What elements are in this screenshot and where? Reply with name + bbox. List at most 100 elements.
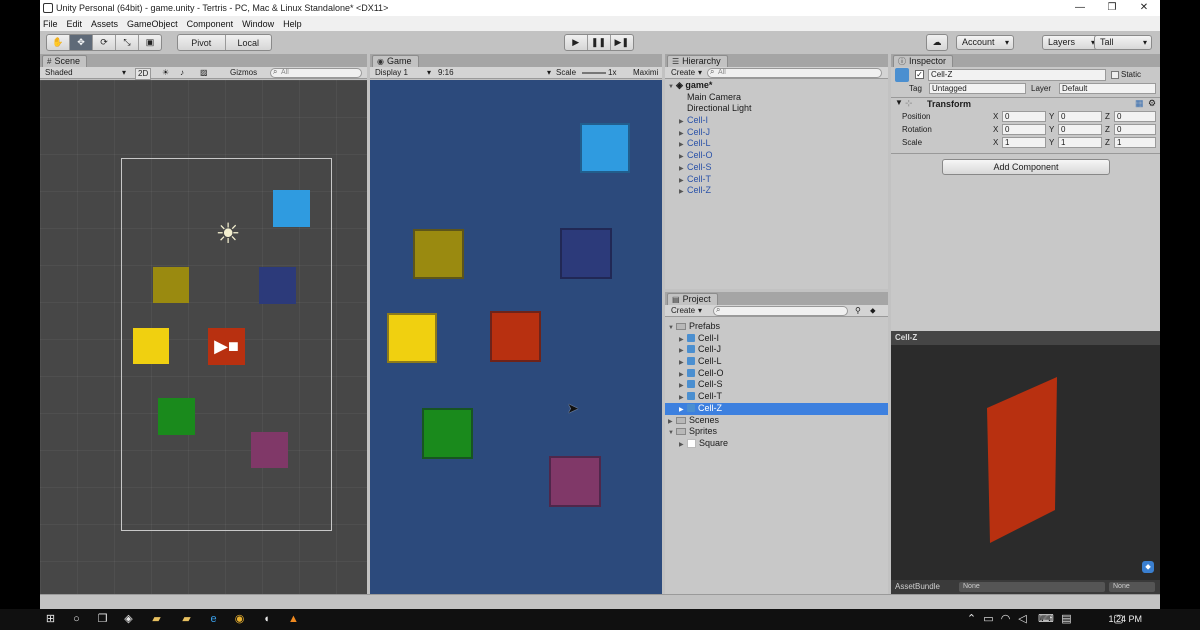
- maximize-button[interactable]: ❐: [1096, 0, 1128, 16]
- shading-dropdown[interactable]: Shaded: [45, 68, 73, 78]
- scene-cell-navy[interactable]: [259, 267, 296, 304]
- move-tool-icon[interactable]: ✥: [70, 35, 93, 50]
- task-view-icon[interactable]: ❐: [96, 613, 109, 626]
- scene-cell-red[interactable]: ▶■: [208, 328, 245, 365]
- tray-expand-icon[interactable]: ⌃: [965, 613, 978, 626]
- local-button[interactable]: Local: [226, 35, 272, 50]
- asset-bundle-dropdown[interactable]: None: [959, 582, 1105, 592]
- project-create-button[interactable]: Create: [671, 306, 695, 316]
- tab-inspector[interactable]: ⓘ Inspector: [893, 55, 954, 67]
- cortana-search-icon[interactable]: ○: [70, 613, 83, 626]
- account-dropdown[interactable]: Account: [956, 35, 1014, 50]
- settings-gear-icon[interactable]: ⚙: [1148, 98, 1156, 109]
- add-component-button[interactable]: Add Component: [942, 159, 1110, 175]
- minimize-button[interactable]: —: [1064, 0, 1096, 16]
- prefab-item[interactable]: ▶ Cell-O: [665, 368, 888, 380]
- hierarchy-item[interactable]: ▶ Cell-S: [665, 162, 888, 174]
- prefab-item[interactable]: ▶ Cell-T: [665, 391, 888, 403]
- scene-search-input[interactable]: All: [270, 68, 362, 78]
- menu-gameobject[interactable]: GameObject: [127, 19, 178, 29]
- edge-browser-icon[interactable]: e: [207, 613, 220, 626]
- menu-file[interactable]: File: [43, 19, 58, 29]
- scale-y-field[interactable]: 1: [1058, 137, 1102, 148]
- scale-tool-icon[interactable]: ⤡: [116, 35, 139, 50]
- hierarchy-item[interactable]: ▶ Cell-Z: [665, 185, 888, 197]
- vlc-icon[interactable]: ▲: [287, 613, 300, 626]
- scale-z-field[interactable]: 1: [1114, 137, 1156, 148]
- hierarchy-item[interactable]: ▶ Cell-J: [665, 127, 888, 139]
- network-icon[interactable]: ▭: [982, 613, 995, 626]
- windows-start-icon[interactable]: ⊞: [44, 613, 57, 626]
- cloud-button[interactable]: ☁: [926, 34, 948, 51]
- asset-variant-dropdown[interactable]: None: [1109, 582, 1155, 592]
- wifi-icon[interactable]: ◠: [999, 613, 1012, 626]
- scene-view[interactable]: ☀ ▶■: [40, 80, 367, 594]
- hierarchy-item[interactable]: Main Camera: [665, 92, 888, 104]
- hierarchy-search-input[interactable]: All: [707, 68, 882, 78]
- active-checkbox[interactable]: ✓: [915, 70, 924, 79]
- scene-cell-yellow[interactable]: [133, 328, 169, 364]
- object-name-input[interactable]: Cell-Z: [928, 69, 1106, 81]
- folder-scenes[interactable]: ▶ Scenes: [665, 415, 888, 427]
- folder-sprites[interactable]: ▼ Sprites: [665, 426, 888, 438]
- rotate-tool-icon[interactable]: ⟳: [93, 35, 116, 50]
- play-icon[interactable]: ▶: [565, 35, 588, 50]
- layers-dropdown[interactable]: Layers: [1042, 35, 1100, 50]
- folder-app-icon[interactable]: ▰: [180, 613, 193, 626]
- menu-edit[interactable]: Edit: [67, 19, 83, 29]
- prefab-item[interactable]: ▶ Cell-I: [665, 333, 888, 345]
- position-z-field[interactable]: 0: [1114, 111, 1156, 122]
- layout-dropdown[interactable]: Tall: [1094, 35, 1152, 50]
- filter-by-type-icon[interactable]: ⚲: [855, 306, 861, 316]
- position-y-field[interactable]: 0: [1058, 111, 1102, 122]
- directional-light-icon[interactable]: ☀: [210, 216, 246, 252]
- hierarchy-item[interactable]: ▶ Cell-I: [665, 115, 888, 127]
- scene-cell-green[interactable]: [158, 398, 195, 435]
- aspect-dropdown[interactable]: 9:16: [438, 68, 454, 78]
- scene-cell-purple[interactable]: [251, 432, 288, 468]
- static-checkbox[interactable]: [1111, 71, 1119, 79]
- audio-toggle-icon[interactable]: ♪: [180, 68, 184, 78]
- scene-cell-olive[interactable]: [153, 267, 189, 303]
- scene-cell-cyan[interactable]: [273, 190, 310, 227]
- scene-root[interactable]: ▼ ◈ game*: [665, 80, 888, 92]
- prefab-item[interactable]: ▶ Cell-S: [665, 379, 888, 391]
- position-x-field[interactable]: 0: [1002, 111, 1046, 122]
- notifications-icon[interactable]: ▢: [1112, 613, 1125, 626]
- hierarchy-item[interactable]: ▶ Cell-T: [665, 174, 888, 186]
- prefab-item-selected[interactable]: ▶ Cell-Z: [665, 402, 888, 415]
- hierarchy-item[interactable]: ▶ Cell-L: [665, 138, 888, 150]
- sprite-item[interactable]: ▶ Square: [665, 438, 888, 450]
- tag-dropdown[interactable]: Untagged: [929, 83, 1026, 94]
- filter-by-label-icon[interactable]: ⬥: [870, 306, 876, 316]
- rotation-y-field[interactable]: 0: [1058, 124, 1102, 135]
- prefab-item[interactable]: ▶ Cell-J: [665, 344, 888, 356]
- rect-tool-icon[interactable]: ▣: [139, 35, 161, 50]
- tab-scene[interactable]: # Scene: [42, 55, 87, 67]
- layer-dropdown[interactable]: Default: [1059, 83, 1156, 94]
- hierarchy-item[interactable]: Directional Light: [665, 103, 888, 115]
- language-icon[interactable]: ⌨: [1038, 613, 1054, 626]
- pause-icon[interactable]: ❚❚: [588, 35, 611, 50]
- help-book-icon[interactable]: ▦: [1135, 98, 1144, 109]
- volume-icon[interactable]: ◁: [1016, 613, 1029, 626]
- mode-2d-button[interactable]: 2D: [135, 68, 152, 80]
- game-view[interactable]: ➤: [370, 80, 662, 594]
- menu-window[interactable]: Window: [242, 19, 274, 29]
- tab-game[interactable]: ◉ Game: [372, 55, 419, 67]
- folder-prefabs[interactable]: ▼ Prefabs: [665, 321, 888, 333]
- gizmos-dropdown[interactable]: Gizmos: [230, 68, 257, 78]
- file-explorer-icon[interactable]: ▰: [150, 613, 163, 626]
- maximize-on-play-button[interactable]: Maximi: [633, 68, 658, 78]
- rotation-z-field[interactable]: 0: [1114, 124, 1156, 135]
- preview-view[interactable]: [891, 345, 1160, 581]
- menu-help[interactable]: Help: [283, 19, 302, 29]
- tab-project[interactable]: ▤ Project: [667, 293, 718, 305]
- media-app-icon[interactable]: ◖: [260, 613, 273, 626]
- scale-x-field[interactable]: 1: [1002, 137, 1046, 148]
- tab-hierarchy[interactable]: ☰ Hierarchy: [667, 55, 728, 67]
- effects-toggle-icon[interactable]: ▨: [200, 68, 208, 78]
- scale-slider[interactable]: [582, 72, 606, 74]
- keyboard-icon[interactable]: ▤: [1060, 613, 1073, 626]
- pivot-button[interactable]: Pivot: [178, 35, 226, 50]
